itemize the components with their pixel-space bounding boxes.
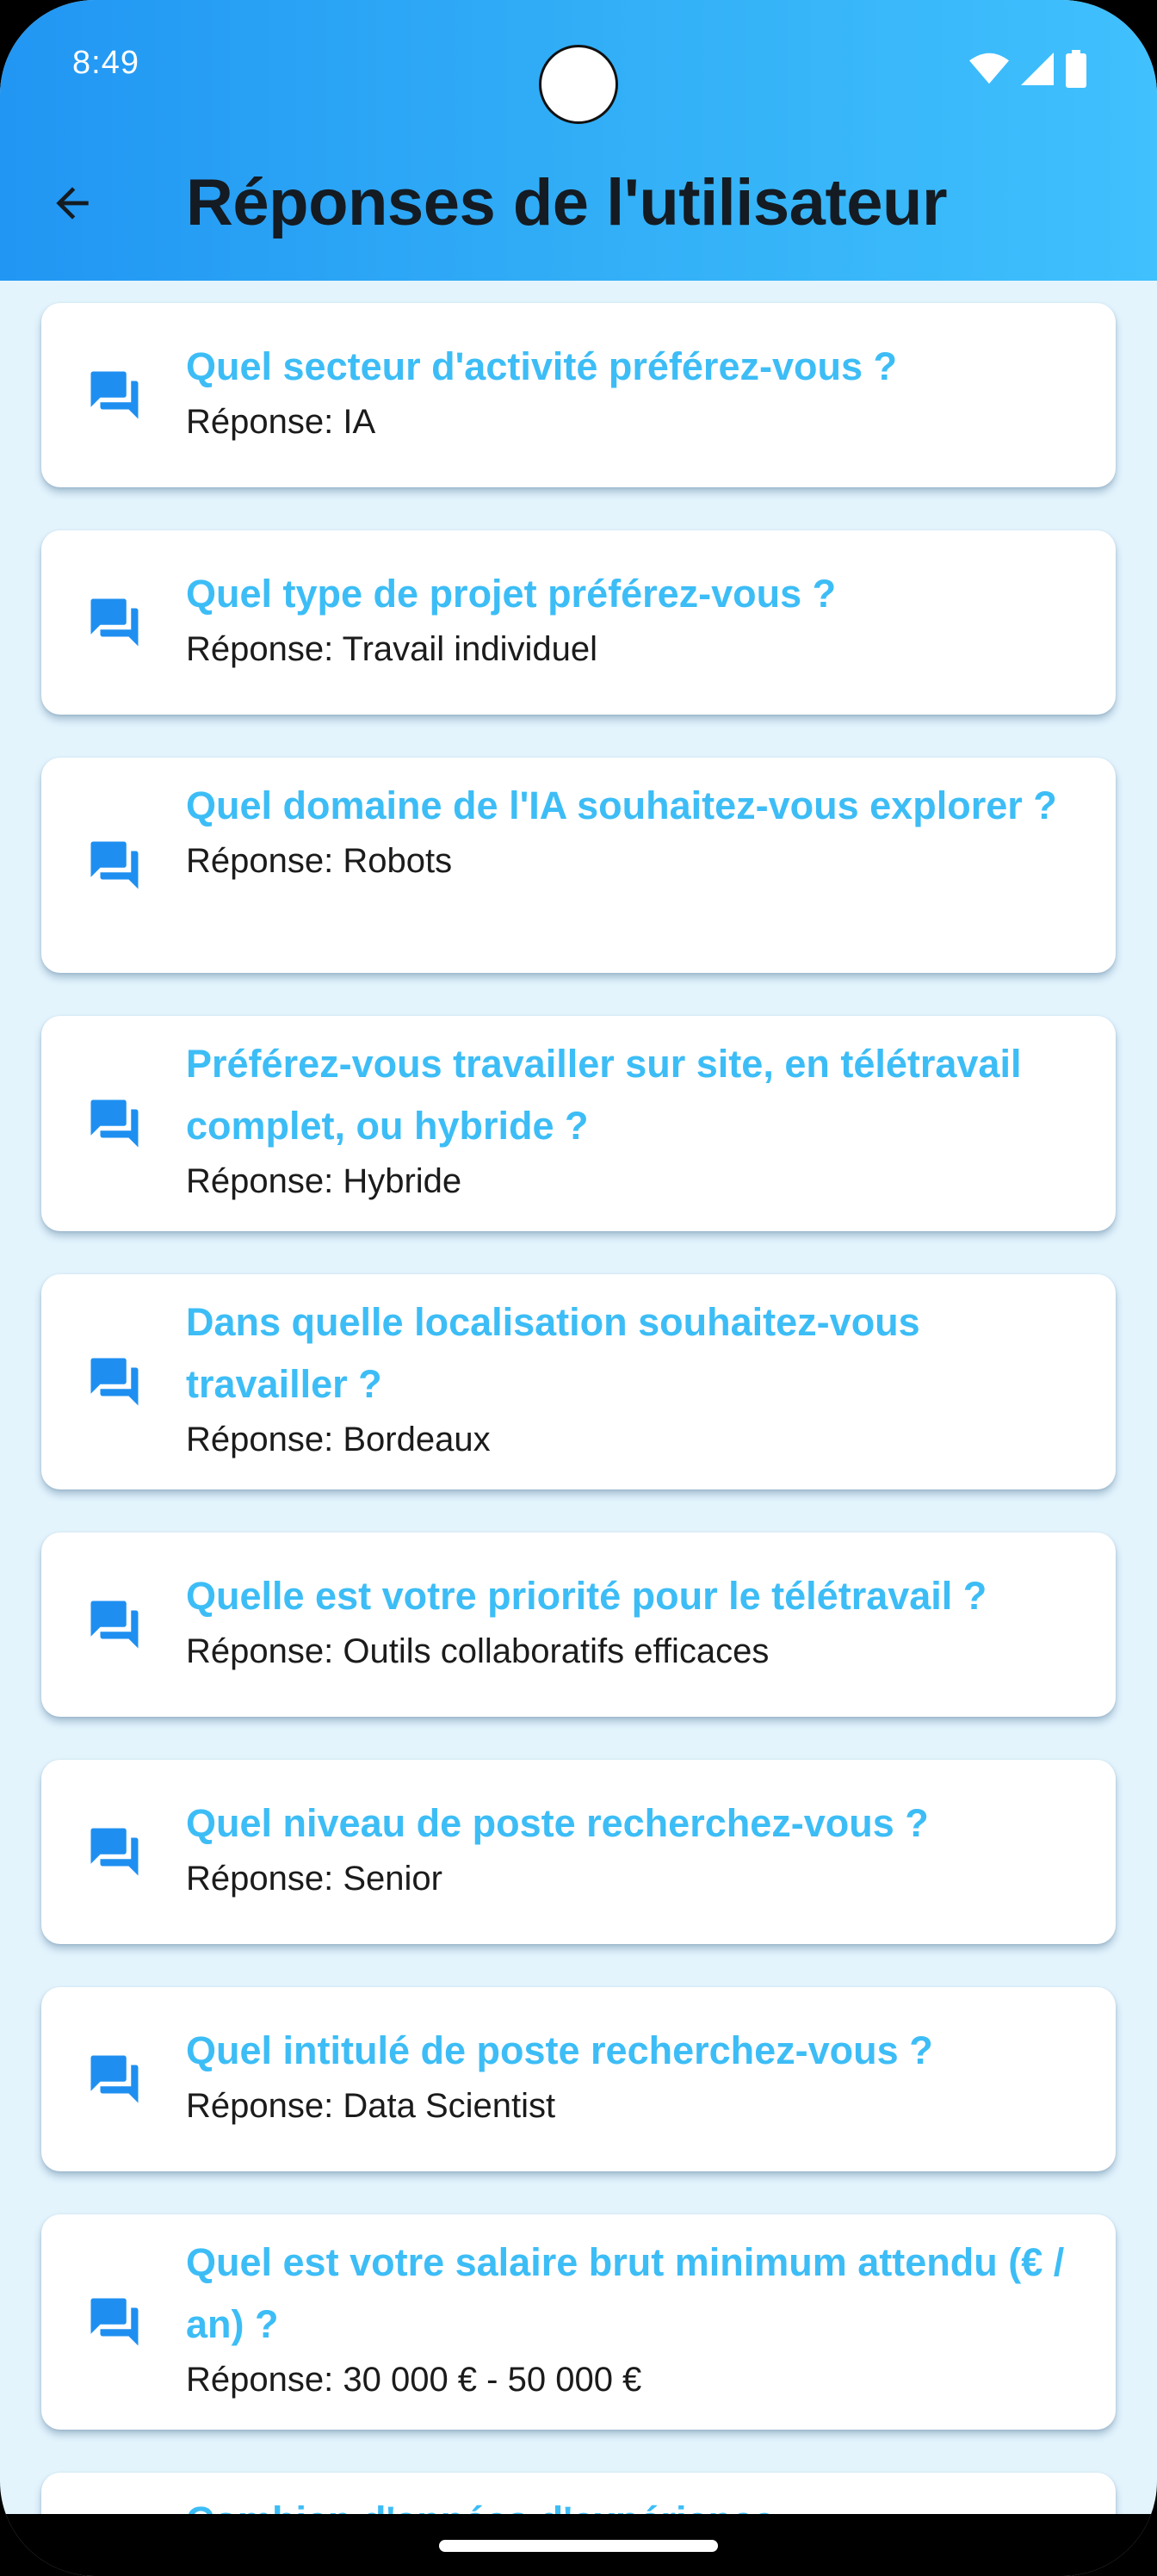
answers-list[interactable]: Quel secteur d'activité préférez-vous ? … [0,281,1157,2514]
back-button[interactable] [41,174,103,236]
forum-icon [86,837,143,894]
home-gesture-handle[interactable] [439,2540,718,2552]
list-item[interactable]: Dans quelle localisation souhaitez-vous … [41,1274,1116,1489]
answer-text: Réponse: Data Scientist [186,2087,556,2125]
forum-icon [86,367,143,424]
phone-screen: 8:49 Réponses de l'utilisateur Quel sect… [0,0,1157,2576]
answer-text: Réponse: Robots [186,842,453,880]
question-text: Quelle est votre priorité pour le télétr… [186,1574,987,1618]
question-text: Combien d'années d'expérience [186,2490,1081,2514]
status-icons [969,50,1086,88]
answer-text: Réponse: Travail individuel [186,630,598,668]
question-text: Quel niveau de poste recherchez-vous ? [186,1801,929,1845]
question-text: Quel type de projet préférez-vous ? [186,572,837,616]
answer-text: Réponse: 30 000 € - 50 000 € [186,2361,642,2399]
list-item[interactable]: Préférez-vous travailler sur site, en té… [41,1016,1116,1231]
forum-icon [86,2294,143,2350]
list-item[interactable]: Quel secteur d'activité préférez-vous ? … [41,303,1116,487]
question-text: Quel intitulé de poste recherchez-vous ? [186,2028,933,2072]
page-title: Réponses de l'utilisateur [186,166,948,239]
camera-cutout [539,45,618,124]
app-header: 8:49 Réponses de l'utilisateur [0,0,1157,281]
signal-icon [1021,52,1054,86]
forum-icon [86,1596,143,1653]
question-text: Quel secteur d'activité préférez-vous ? [186,344,897,388]
list-item[interactable]: Quelle est votre priorité pour le télétr… [41,1533,1116,1717]
list-item[interactable]: Quel intitulé de poste recherchez-vous ?… [41,1987,1116,2171]
wifi-icon [969,52,1009,86]
system-navigation-bar [0,2514,1157,2576]
question-text: Quel est votre salaire brut minimum atte… [186,2240,1065,2346]
arrow-back-icon [48,179,96,232]
list-item[interactable]: Quel type de projet préférez-vous ? Répo… [41,530,1116,715]
list-item[interactable]: Quel domaine de l'IA souhaitez-vous expl… [41,758,1116,973]
list-item[interactable]: Quel est votre salaire brut minimum atte… [41,2214,1116,2430]
question-text: Préférez-vous travailler sur site, en té… [186,1042,1022,1148]
list-item[interactable]: Quel niveau de poste recherchez-vous ? R… [41,1760,1116,1944]
answer-text: Réponse: Hybride [186,1162,462,1200]
answer-text: Réponse: Outils collaboratifs efficaces [186,1632,770,1670]
battery-icon [1066,50,1086,88]
question-text: Dans quelle localisation souhaitez-vous … [186,1300,920,1406]
forum-icon [86,594,143,651]
answer-text: Réponse: Bordeaux [186,1421,491,1458]
forum-icon [86,1095,143,1152]
question-text: Quel domaine de l'IA souhaitez-vous expl… [186,783,1057,827]
answer-text: Réponse: IA [186,403,376,441]
forum-icon [86,1353,143,1410]
forum-icon [86,2051,143,2108]
answer-text: Réponse: Senior [186,1860,442,1898]
forum-icon [86,1824,143,1880]
list-item[interactable]: Combien d'années d'expérience [41,2473,1116,2514]
status-time: 8:49 [72,45,139,81]
